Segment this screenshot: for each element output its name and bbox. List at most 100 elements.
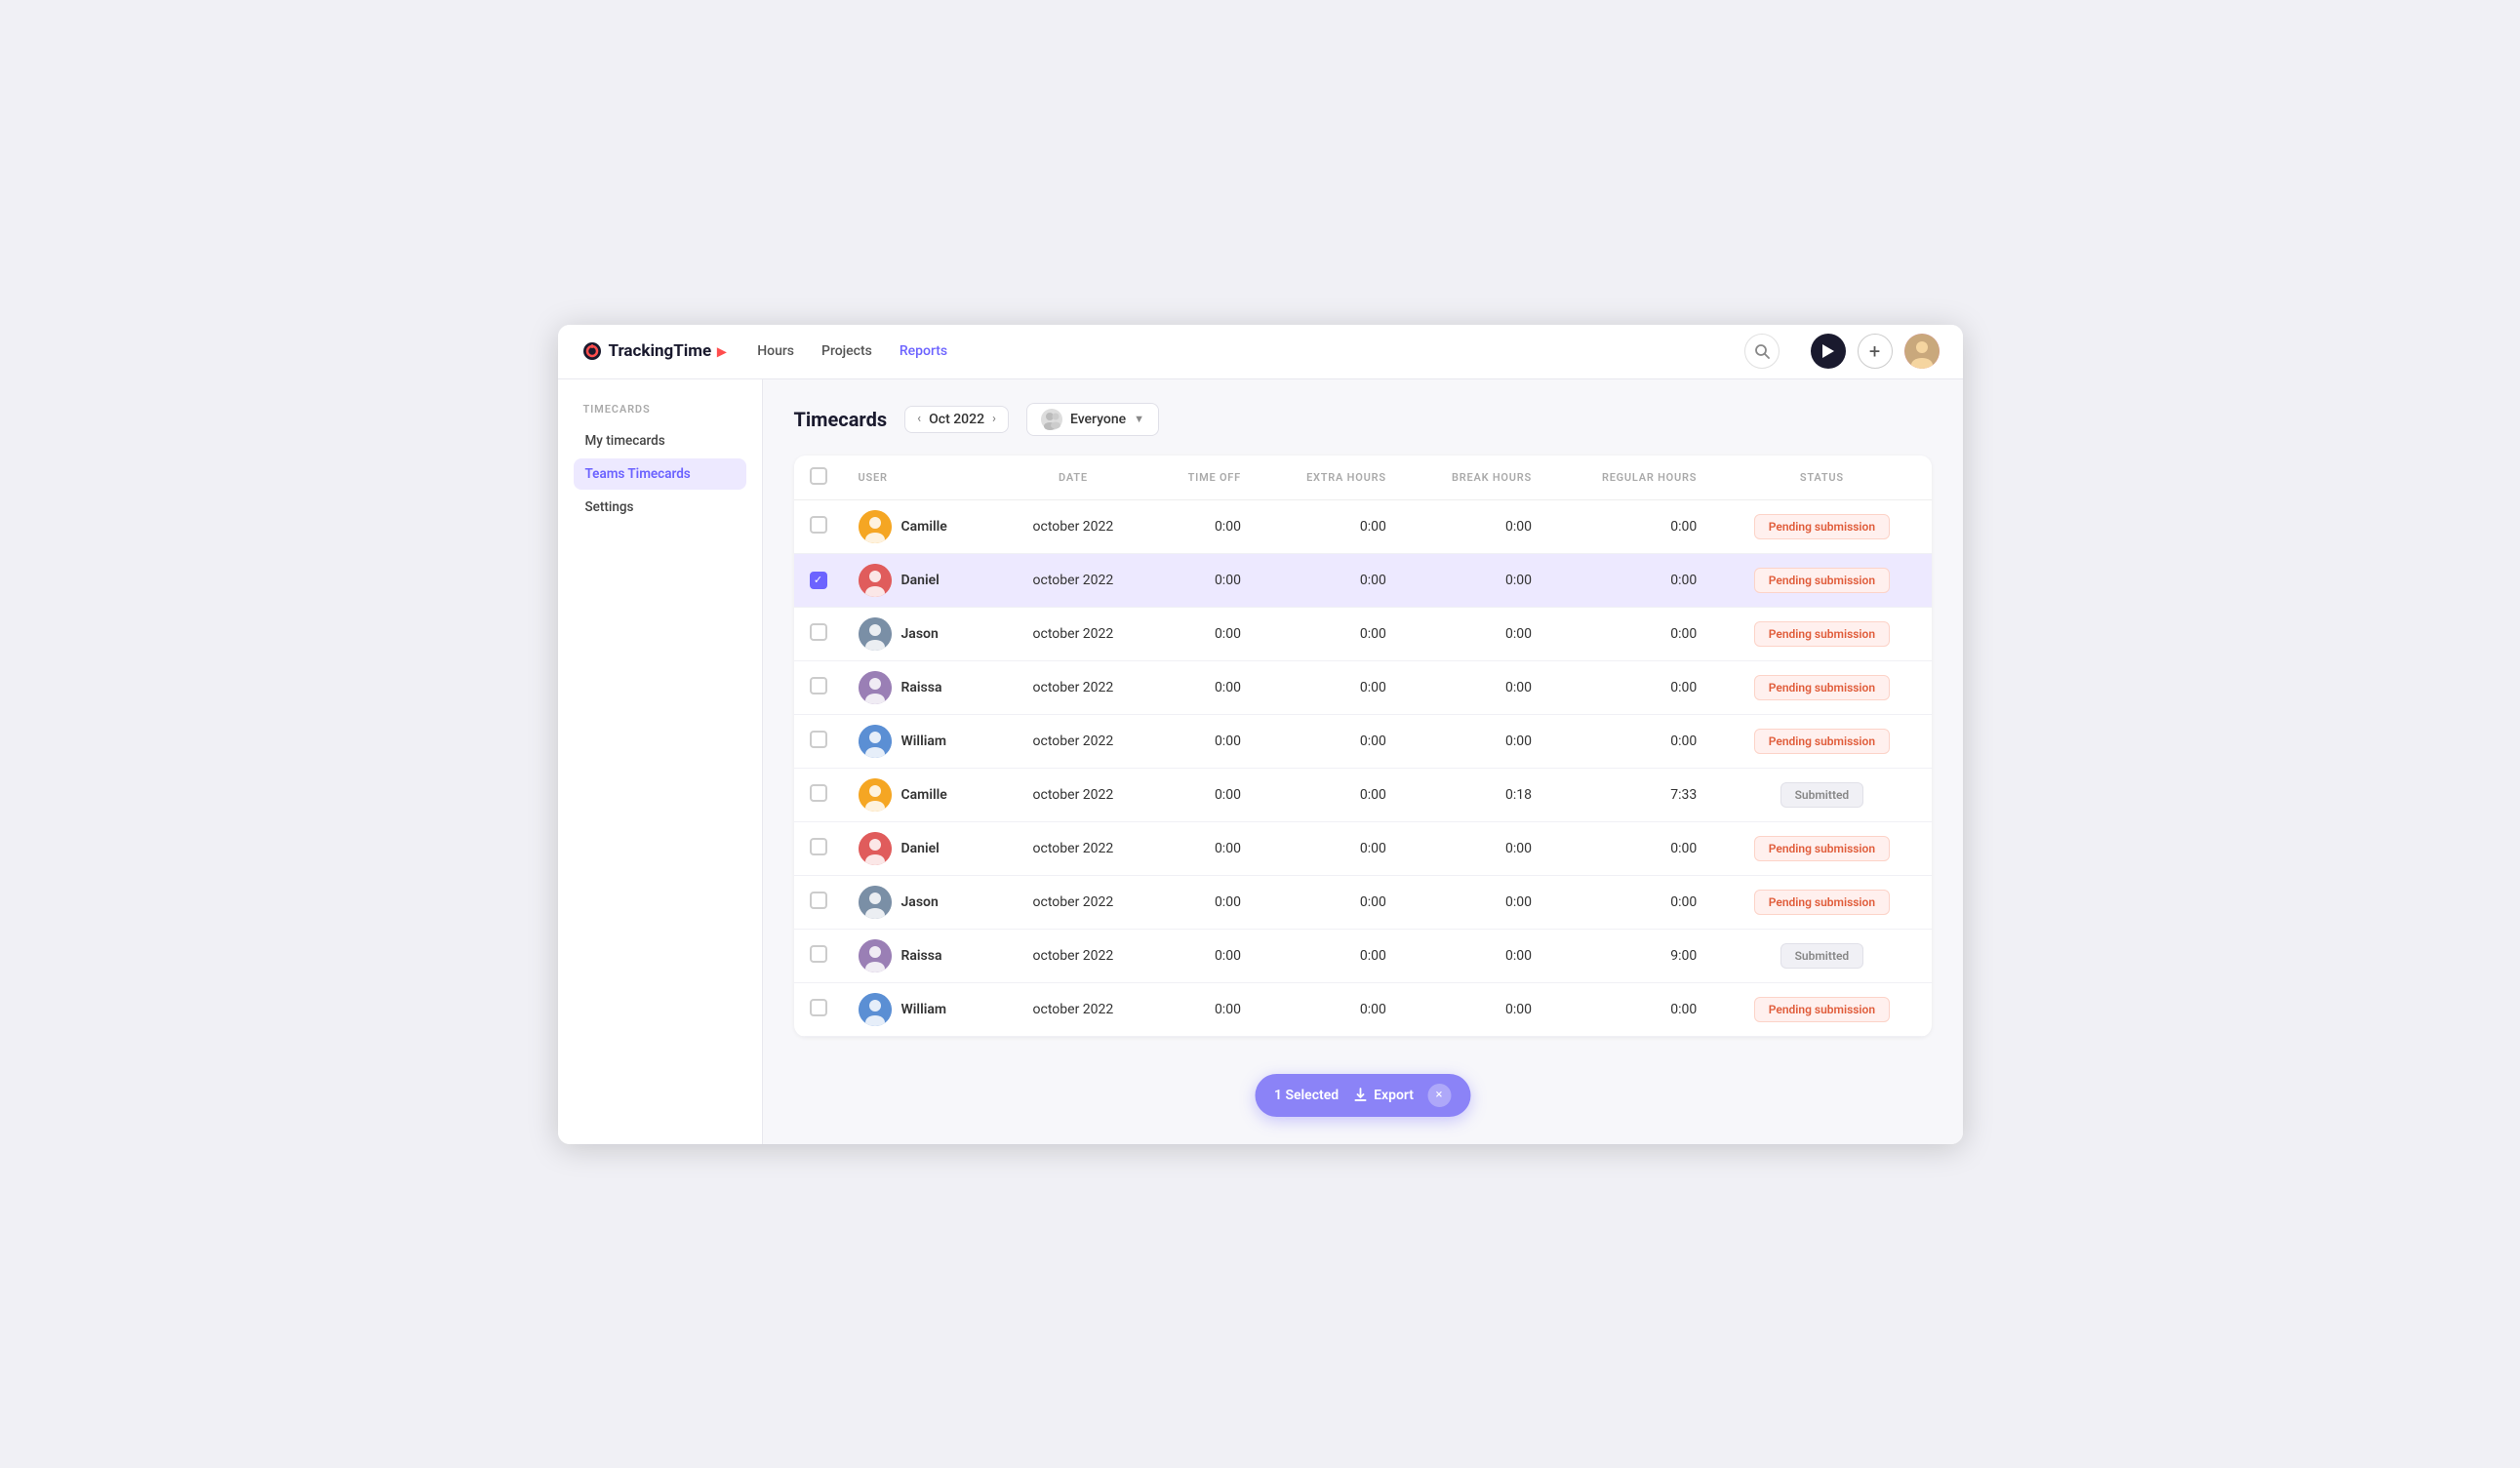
row-checkbox[interactable] bbox=[810, 516, 827, 534]
break-hours-cell: 0:00 bbox=[1402, 821, 1547, 875]
row-checkbox-cell bbox=[794, 499, 843, 553]
sidebar-item-teams-timecards[interactable]: Teams Timecards bbox=[574, 458, 746, 490]
user-cell: Jason bbox=[843, 875, 1000, 929]
user-name: Daniel bbox=[901, 841, 940, 856]
app-body: TIMECARDS My timecards Teams Timecards S… bbox=[558, 379, 1963, 1144]
regular-hours-cell: 0:00 bbox=[1547, 660, 1712, 714]
table-row[interactable]: Jasonoctober 20220:000:000:000:00Pending… bbox=[794, 875, 1932, 929]
user-name: Camille bbox=[901, 519, 947, 535]
status-badge: Pending submission bbox=[1754, 729, 1890, 754]
row-checkbox[interactable] bbox=[810, 623, 827, 641]
export-label: Export bbox=[1374, 1088, 1414, 1103]
extra-hours-cell: 0:00 bbox=[1257, 821, 1402, 875]
logo-text: TrackingTime bbox=[609, 341, 712, 361]
extra-hours-cell: 0:00 bbox=[1257, 553, 1402, 607]
nav-link-reports[interactable]: Reports bbox=[900, 343, 947, 359]
extra-hours-cell: 0:00 bbox=[1257, 607, 1402, 660]
row-checkbox-cell bbox=[794, 821, 843, 875]
table-row[interactable]: Williamoctober 20220:000:000:000:00Pendi… bbox=[794, 982, 1932, 1036]
user-cell: Jason bbox=[843, 607, 1000, 660]
row-checkbox[interactable] bbox=[810, 784, 827, 802]
play-button[interactable] bbox=[1811, 334, 1846, 369]
user-name: Raissa bbox=[901, 948, 942, 964]
row-checkbox-cell bbox=[794, 660, 843, 714]
sidebar: TIMECARDS My timecards Teams Timecards S… bbox=[558, 379, 763, 1144]
status-badge: Pending submission bbox=[1754, 890, 1890, 915]
period-nav[interactable]: ‹ Oct 2022 › bbox=[904, 406, 1009, 433]
selected-count-label: 1 Selected bbox=[1274, 1088, 1339, 1103]
extra-hours-cell: 0:00 bbox=[1257, 768, 1402, 821]
row-checkbox-cell bbox=[794, 875, 843, 929]
table-row[interactable]: Danieloctober 20220:000:000:000:00Pendin… bbox=[794, 821, 1932, 875]
break-hours-cell: 0:00 bbox=[1402, 875, 1547, 929]
table-row[interactable]: Camilleoctober 20220:000:000:187:33Submi… bbox=[794, 768, 1932, 821]
user-cell: William bbox=[843, 982, 1000, 1036]
close-action-bar-button[interactable]: × bbox=[1427, 1084, 1451, 1107]
row-checkbox[interactable] bbox=[810, 731, 827, 748]
row-checkbox[interactable]: ✓ bbox=[810, 572, 827, 589]
row-checkbox[interactable] bbox=[810, 677, 827, 694]
user-cell: Daniel bbox=[843, 821, 1000, 875]
table-body: Camilleoctober 20220:000:000:000:00Pendi… bbox=[794, 499, 1932, 1036]
date-cell: october 2022 bbox=[1000, 768, 1146, 821]
avatar bbox=[859, 617, 892, 651]
user-name: Jason bbox=[901, 894, 939, 910]
prev-period-arrow[interactable]: ‹ bbox=[917, 412, 921, 426]
table-row[interactable]: ✓Danieloctober 20220:000:000:000:00Pendi… bbox=[794, 553, 1932, 607]
regular-hours-cell: 0:00 bbox=[1547, 607, 1712, 660]
avatar bbox=[859, 725, 892, 758]
table-row[interactable]: Camilleoctober 20220:000:000:000:00Pendi… bbox=[794, 499, 1932, 553]
status-cell: Submitted bbox=[1712, 768, 1931, 821]
close-icon: × bbox=[1436, 1088, 1443, 1102]
export-button[interactable]: Export bbox=[1352, 1088, 1414, 1103]
row-checkbox[interactable] bbox=[810, 945, 827, 963]
select-all-checkbox[interactable] bbox=[810, 467, 827, 485]
extra-hours-cell: 0:00 bbox=[1257, 660, 1402, 714]
user-cell: William bbox=[843, 714, 1000, 768]
add-button[interactable]: + bbox=[1858, 334, 1893, 369]
row-checkbox-cell bbox=[794, 929, 843, 982]
row-checkbox[interactable] bbox=[810, 838, 827, 855]
col-break-hours: BREAK HOURS bbox=[1402, 456, 1547, 500]
date-cell: october 2022 bbox=[1000, 607, 1146, 660]
user-info: Raissa bbox=[859, 671, 984, 704]
date-cell: october 2022 bbox=[1000, 929, 1146, 982]
row-checkbox[interactable] bbox=[810, 999, 827, 1016]
row-checkbox-cell bbox=[794, 714, 843, 768]
table-row[interactable]: Williamoctober 20220:000:000:000:00Pendi… bbox=[794, 714, 1932, 768]
status-badge: Submitted bbox=[1780, 943, 1864, 969]
top-nav: TrackingTime ▸ Hours Projects Reports + bbox=[558, 325, 1963, 379]
sidebar-item-my-timecards[interactable]: My timecards bbox=[574, 425, 746, 456]
table-header: USER DATE TIME OFF EXTRA HOURS BREAK HOU… bbox=[794, 456, 1932, 500]
status-cell: Pending submission bbox=[1712, 660, 1931, 714]
date-cell: october 2022 bbox=[1000, 499, 1146, 553]
nav-link-hours[interactable]: Hours bbox=[757, 343, 794, 359]
row-checkbox[interactable] bbox=[810, 892, 827, 909]
next-period-arrow[interactable]: › bbox=[992, 412, 996, 426]
break-hours-cell: 0:00 bbox=[1402, 499, 1547, 553]
user-avatar[interactable] bbox=[1904, 334, 1940, 369]
everyone-filter[interactable]: Everyone ▼ bbox=[1026, 403, 1159, 436]
break-hours-cell: 0:00 bbox=[1402, 982, 1547, 1036]
sidebar-item-settings[interactable]: Settings bbox=[574, 492, 746, 523]
col-time-off: TIME OFF bbox=[1146, 456, 1257, 500]
row-checkbox-cell bbox=[794, 982, 843, 1036]
user-name: Camille bbox=[901, 787, 947, 803]
break-hours-cell: 0:00 bbox=[1402, 714, 1547, 768]
app-window: TrackingTime ▸ Hours Projects Reports + bbox=[558, 325, 1963, 1144]
col-status: STATUS bbox=[1712, 456, 1931, 500]
table-row[interactable]: Jasonoctober 20220:000:000:000:00Pending… bbox=[794, 607, 1932, 660]
break-hours-cell: 0:00 bbox=[1402, 929, 1547, 982]
table-row[interactable]: Raissaoctober 20220:000:000:000:00Pendin… bbox=[794, 660, 1932, 714]
avatar bbox=[859, 564, 892, 597]
extra-hours-cell: 0:00 bbox=[1257, 875, 1402, 929]
period-label: Oct 2022 bbox=[929, 412, 984, 427]
table-row[interactable]: Raissaoctober 20220:000:000:009:00Submit… bbox=[794, 929, 1932, 982]
user-name: Raissa bbox=[901, 680, 942, 695]
nav-link-projects[interactable]: Projects bbox=[821, 343, 872, 359]
user-info: William bbox=[859, 993, 984, 1026]
row-checkbox-cell bbox=[794, 607, 843, 660]
search-button[interactable] bbox=[1744, 334, 1780, 369]
filter-label: Everyone bbox=[1070, 412, 1126, 427]
date-cell: october 2022 bbox=[1000, 821, 1146, 875]
